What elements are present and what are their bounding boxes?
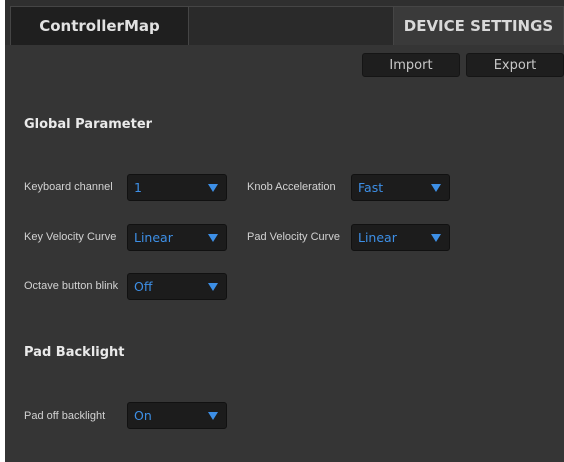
chevron-down-icon (208, 411, 218, 420)
key-velocity-curve-label: Key Velocity Curve (24, 231, 117, 243)
pad-velocity-curve-value: Linear (358, 230, 397, 245)
import-button[interactable]: Import (362, 53, 460, 77)
octave-button-blink-value: Off (134, 279, 153, 294)
device-settings-window: ControllerMap DEVICE SETTINGS Import Exp… (5, 0, 564, 462)
keyboard-channel-select[interactable]: 1 (127, 174, 227, 201)
tab-spacer (189, 6, 394, 45)
chevron-down-icon (208, 183, 218, 192)
chevron-down-icon (208, 233, 218, 242)
knob-acceleration-label: Knob Acceleration (247, 181, 336, 193)
export-button[interactable]: Export (466, 53, 564, 77)
pad-velocity-curve-select[interactable]: Linear (351, 224, 450, 251)
chevron-down-icon (431, 233, 441, 242)
pad-off-backlight-label: Pad off backlight (24, 410, 106, 422)
octave-button-blink-select[interactable]: Off (127, 273, 227, 300)
pad-velocity-curve-label: Pad Velocity Curve (247, 231, 340, 243)
knob-acceleration-select[interactable]: Fast (351, 174, 450, 201)
keyboard-channel-value: 1 (134, 180, 142, 195)
key-velocity-curve-select[interactable]: Linear (127, 224, 227, 251)
octave-button-blink-label: Octave button blink (24, 280, 119, 292)
global-parameter-title: Global Parameter (24, 117, 153, 132)
keyboard-channel-label: Keyboard channel (24, 181, 113, 193)
tab-device-settings[interactable]: DEVICE SETTINGS (394, 6, 564, 45)
chevron-down-icon (208, 282, 218, 291)
tab-controller-map[interactable]: ControllerMap (10, 6, 189, 45)
pad-off-backlight-value: On (134, 408, 152, 423)
knob-acceleration-value: Fast (358, 180, 384, 195)
key-velocity-curve-value: Linear (134, 230, 173, 245)
pad-off-backlight-select[interactable]: On (127, 402, 227, 429)
pad-backlight-title: Pad Backlight (24, 345, 125, 360)
chevron-down-icon (431, 183, 441, 192)
tab-bar: ControllerMap DEVICE SETTINGS (5, 0, 564, 45)
